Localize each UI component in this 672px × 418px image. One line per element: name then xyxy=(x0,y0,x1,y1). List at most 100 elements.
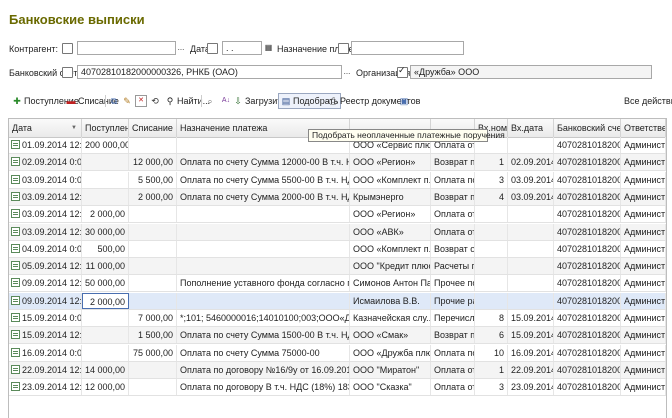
cell-counterparty: ООО «Комплект п... xyxy=(350,240,431,257)
cell-expense: 7 000,00 xyxy=(129,310,177,326)
cell-date: 03.09.2014 0:00:00 xyxy=(9,171,82,188)
cell-account: 40702810182000... xyxy=(554,188,621,205)
cell-in-number: 3 xyxy=(475,171,508,188)
date-field[interactable]: . . xyxy=(222,41,262,55)
table-row[interactable]: 15.09.2014 12:00:03 1 500,00Оплата по сче… xyxy=(9,327,666,345)
cell-operation: Оплата от покупат... xyxy=(431,206,475,223)
account-checkbox[interactable] xyxy=(62,67,73,78)
date-checkbox[interactable] xyxy=(207,43,218,54)
table-row[interactable]: 04.09.2014 0:00:00500,00 ООО «Комплект п.… xyxy=(9,240,666,258)
cell-income xyxy=(82,154,129,171)
cell-in-date: 23.09.2014 xyxy=(508,379,554,396)
cell-in-date: 03.09.2014 xyxy=(508,171,554,188)
cell-operation: Возврат покупателю xyxy=(431,327,475,344)
cell-account: 40702810182000... xyxy=(554,240,621,257)
cell-expense xyxy=(129,223,177,240)
statements-table: ДатаПоступлениеСписаниеНазначение платеж… xyxy=(8,118,667,418)
calendar-icon[interactable]: ▦ xyxy=(264,41,273,55)
edit-icon[interactable]: ✎ xyxy=(122,93,132,109)
header-col-responsible[interactable]: Ответственный xyxy=(621,119,666,137)
kontragent-field[interactable] xyxy=(77,41,176,55)
find-button[interactable]: ⚲ Найти... xyxy=(165,93,210,109)
kontragent-select-button[interactable]: ... xyxy=(177,41,185,55)
find-by-number-icon[interactable]: ⌕ xyxy=(205,93,215,109)
table-row[interactable]: 03.09.2014 12:00:052 000,00 ООО «Регион»О… xyxy=(9,206,666,224)
cell-operation: Прочее поступлени... xyxy=(431,275,475,292)
table-row[interactable]: 03.09.2014 12:00:04 2 000,00Оплата по сче… xyxy=(9,188,666,206)
cell-purpose xyxy=(177,240,350,257)
sort-desc-icon: ▼ xyxy=(71,125,77,131)
sort-az-icon[interactable]: A↓ xyxy=(221,93,231,109)
cell-counterparty: ООО «Комплект п... xyxy=(350,171,431,188)
table-row[interactable]: 09.09.2014 12:00:032 000,00 Исмаилова В.В… xyxy=(9,292,666,310)
header-col-income[interactable]: Поступление xyxy=(82,119,129,137)
org-checkbox[interactable] xyxy=(397,65,408,78)
cell-in-date xyxy=(508,240,554,257)
table-row[interactable]: 05.09.2014 12:00:0311 000,00 ООО "Кредит … xyxy=(9,258,666,276)
cell-in-number xyxy=(475,275,508,292)
cell-in-date xyxy=(508,223,554,240)
cell-purpose: Оплата по счету Сумма 1500-00 В т.ч. НДС… xyxy=(177,327,350,344)
table-row[interactable]: 16.09.2014 0:00:00 75 000,00Оплата по сче… xyxy=(9,344,666,362)
cell-responsible: Администратор xyxy=(621,379,666,396)
cell-expense xyxy=(129,361,177,378)
refresh-icon[interactable]: ⟲ xyxy=(150,93,160,109)
account-select-button[interactable]: ... xyxy=(343,65,351,79)
cell-purpose: *;101; 5460000016;14010100;003;ООО«Дружб… xyxy=(177,310,350,326)
cell-income: 14 000,00 xyxy=(82,361,129,378)
kontragent-checkbox[interactable] xyxy=(62,43,73,54)
cell-expense xyxy=(129,379,177,396)
cell-responsible: Администратор xyxy=(621,240,666,257)
print-icon: ⎙ xyxy=(329,96,337,106)
cell-date: 03.09.2014 12:00:05 xyxy=(9,206,82,223)
cell-income xyxy=(82,188,129,205)
cell-income: 30 000,00 xyxy=(82,223,129,240)
account-field[interactable]: 40702810182000000326, РНКБ (ОАО) xyxy=(77,65,342,79)
cell-operation: Прочие расчеты с ... xyxy=(431,292,475,309)
table-row[interactable]: 03.09.2014 12:00:0630 000,00 ООО «АВК»Опл… xyxy=(9,223,666,241)
table-row[interactable]: 03.09.2014 0:00:00 5 500,00Оплата по счет… xyxy=(9,171,666,189)
delete-icon[interactable]: ✕ xyxy=(135,93,147,109)
cell-counterparty: Исмаилова В.В. xyxy=(350,292,431,309)
cell-date: 04.09.2014 0:00:00 xyxy=(9,240,82,257)
cell-purpose xyxy=(177,223,350,240)
cell-responsible: Администратор xyxy=(621,137,666,153)
cell-in-number: 6 xyxy=(475,327,508,344)
cell-expense: 1 500,00 xyxy=(129,327,177,344)
cell-operation: Оплата от покупат... xyxy=(431,223,475,240)
cell-purpose: Пополнение уставного фонда согласно прот… xyxy=(177,275,350,292)
cell-in-date: 16.09.2014 xyxy=(508,344,554,361)
cell-income: 500,00 xyxy=(82,240,129,257)
table-row[interactable]: 22.09.2014 12:00:0114 000,00 Оплата по до… xyxy=(9,361,666,379)
org-field[interactable]: «Дружба» ООО xyxy=(410,65,652,79)
cell-responsible: Администратор xyxy=(621,361,666,378)
cell-date: 23.09.2014 12:00:01 xyxy=(9,379,82,396)
minus-icon: ▬ xyxy=(66,96,76,106)
cell-counterparty: ООО «Регион» xyxy=(350,206,431,223)
purpose-field[interactable] xyxy=(351,41,464,55)
cell-date: 01.09.2014 12:00:02 xyxy=(9,137,82,153)
cell-expense xyxy=(129,137,177,153)
report-icon[interactable]: ▣ xyxy=(399,93,409,109)
purpose-checkbox[interactable] xyxy=(338,43,349,54)
page-title: Банковские выписки xyxy=(9,12,145,27)
table-row[interactable]: 23.09.2014 12:00:0112 000,00 Оплата по до… xyxy=(9,379,666,397)
header-col-expense[interactable]: Списание xyxy=(129,119,177,137)
cell-account: 40702810182000... xyxy=(554,171,621,188)
header-col-account[interactable]: Банковский счет xyxy=(554,119,621,137)
cell-account: 40702810182000... xyxy=(554,223,621,240)
cell-account: 40702810182000... xyxy=(554,292,621,309)
cell-account: 40702810182000... xyxy=(554,206,621,223)
cell-operation: Возврат покупателю xyxy=(431,154,475,171)
table-row[interactable]: 15.09.2014 0:00:00 7 000,00*;101; 5460000… xyxy=(9,310,666,327)
table-row[interactable]: 02.09.2014 0:00:00 12 000,00Оплата по сче… xyxy=(9,154,666,172)
cell-purpose xyxy=(177,258,350,275)
copy-icon[interactable]: ⧉ xyxy=(109,93,119,109)
cell-expense: 12 000,00 xyxy=(129,154,177,171)
cell-date: 15.09.2014 12:00:03 xyxy=(9,327,82,344)
all-actions-menu[interactable]: Все действия ▼ xyxy=(624,93,672,109)
table-row[interactable]: 09.09.2014 12:00:0250 000,00 Пополнение у… xyxy=(9,275,666,293)
cell-expense xyxy=(129,275,177,292)
header-col-in-date[interactable]: Вх.дата xyxy=(508,119,554,137)
cell-in-date xyxy=(508,275,554,292)
